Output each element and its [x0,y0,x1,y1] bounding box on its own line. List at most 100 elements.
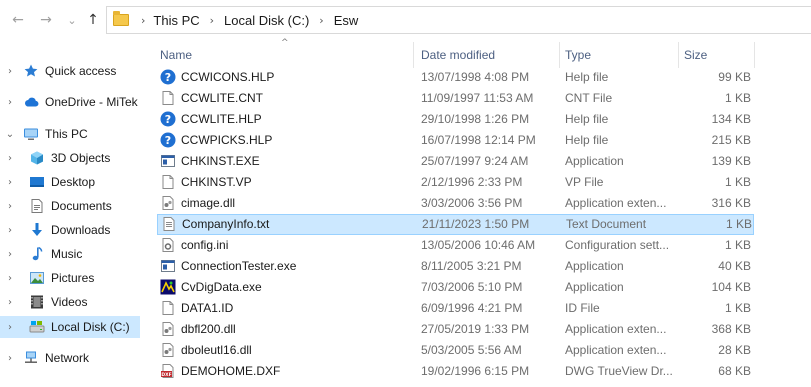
sidebar-item-label: Downloads [51,223,111,237]
file-size: 1 KB [724,238,751,252]
breadcrumb-local-disk[interactable]: Local Disk (C:) [224,13,309,28]
svg-text:?: ? [165,134,171,147]
sidebar-item-label: Videos [51,295,88,309]
column-header-label: Size [684,48,708,62]
sidebar-item-network[interactable]: › Network [0,347,140,369]
expand-chevron-icon[interactable]: › [3,353,17,364]
file-row-selected[interactable]: CompanyInfo.txt 21/11/2023 1:50 PM Text … [157,214,754,235]
column-header-name[interactable]: Name [160,42,410,68]
sidebar-item-desktop[interactable]: › Desktop [0,171,140,193]
file-row[interactable]: cimage.dll 3/03/2006 3:56 PM Application… [157,193,754,214]
dxf-file-icon: DXF [160,363,176,379]
breadcrumb-separator[interactable]: › [210,14,214,27]
column-header-label: Name [160,48,193,62]
star-icon [23,63,39,79]
expand-chevron-icon[interactable]: › [3,322,17,333]
column-divider[interactable] [559,42,560,68]
file-row[interactable]: dboleutl16.dll 5/03/2005 5:56 AM Applica… [157,340,754,361]
file-date-modified: 25/07/1997 9:24 AM [421,154,529,168]
file-row[interactable]: config.ini 13/05/2006 10:46 AM Configura… [157,235,754,256]
music-icon [29,246,45,262]
file-date-modified: 27/05/2019 1:33 PM [421,322,530,336]
pictures-icon [29,270,45,286]
column-divider[interactable] [754,42,755,68]
sidebar-item-videos[interactable]: › Videos [0,291,140,313]
breadcrumb-separator[interactable]: › [141,14,145,27]
file-type: Application exten... [565,322,667,336]
column-header-type[interactable]: Type [565,42,675,68]
column-divider[interactable] [413,42,414,68]
file-type: Configuration sett... [565,238,670,252]
computer-icon [23,126,39,142]
file-type: Application [565,259,624,273]
file-size: 1 KB [724,91,751,105]
expand-chevron-icon[interactable]: › [3,225,17,236]
help-file-icon: ? [160,69,176,85]
cloud-icon [23,94,39,110]
file-row[interactable]: ConnectionTester.exe 8/11/2005 3:21 PM A… [157,256,754,277]
file-date-modified: 7/03/2006 5:10 PM [421,280,523,294]
column-divider[interactable] [678,42,679,68]
file-type: Text Document [566,217,647,231]
file-size: 40 KB [718,259,751,273]
file-row[interactable]: CHKINST.VP 2/12/1996 2:33 PM VP File 1 K… [157,172,754,193]
expand-chevron-icon[interactable]: › [3,153,17,164]
file-name: CCWLITE.HLP [181,112,262,126]
breadcrumb-esw[interactable]: Esw [334,13,359,28]
file-size: 99 KB [718,70,751,84]
sidebar-item-3d-objects[interactable]: › 3D Objects [0,147,140,169]
file-row[interactable]: dbfl200.dll 27/05/2019 1:33 PM Applicati… [157,319,754,340]
column-header-label: Date modified [421,48,496,62]
file-name: CompanyInfo.txt [182,217,270,231]
file-name: CCWPICKS.HLP [181,133,273,147]
expand-chevron-icon[interactable]: › [3,66,17,77]
file-type: VP File [565,175,604,189]
expand-chevron-icon[interactable]: › [3,201,17,212]
sidebar-item-local-disk[interactable]: › Local Disk (C:) [0,316,140,338]
file-size: 368 KB [711,322,751,336]
expand-chevron-icon[interactable]: › [3,297,17,308]
file-type: Help file [565,133,609,147]
sidebar-item-quick-access[interactable]: › Quick access [0,60,140,82]
file-row[interactable]: CCWLITE.CNT 11/09/1997 11:53 AM CNT File… [157,88,754,109]
file-row[interactable]: CvDigData.exe 7/03/2006 5:10 PM Applicat… [157,277,754,298]
sidebar-item-onedrive[interactable]: › OneDrive - MiTek [0,91,140,113]
sidebar-item-label: Documents [51,199,112,213]
ini-file-icon [160,237,176,253]
file-row[interactable]: ? CCWLITE.HLP 29/10/1998 1:26 PM Help fi… [157,109,754,130]
sidebar-item-documents[interactable]: › Documents [0,195,140,217]
folder-icon [113,11,129,26]
column-header-date-modified[interactable]: Date modified [421,42,556,68]
sidebar-item-downloads[interactable]: › Downloads [0,219,140,241]
address-bar[interactable]: › This PC › Local Disk (C:) › Esw [106,6,811,34]
file-name: config.ini [181,238,229,252]
forward-arrow-icon[interactable]: → [36,10,56,30]
file-row[interactable]: ? CCWICONS.HLP 13/07/1998 4:08 PM Help f… [157,67,754,88]
breadcrumb-separator[interactable]: › [319,14,323,27]
desktop-icon [29,174,45,190]
breadcrumb-this-pc[interactable]: This PC [153,13,199,28]
file-date-modified: 6/09/1996 4:21 PM [421,301,523,315]
back-arrow-icon[interactable]: ← [8,10,28,30]
sidebar-item-pictures[interactable]: › Pictures [0,267,140,289]
file-name: CHKINST.EXE [181,154,260,168]
expand-chevron-icon[interactable]: › [3,273,17,284]
column-header-size[interactable]: Size [684,42,754,68]
expand-chevron-icon[interactable]: › [3,249,17,260]
sidebar-item-this-pc[interactable]: ⌄ This PC [0,123,140,145]
up-arrow-icon[interactable]: ↑ [83,10,103,30]
sidebar-item-music[interactable]: › Music [0,243,140,265]
file-row[interactable]: DATA1.ID 6/09/1996 4:21 PM ID File 1 KB [157,298,754,319]
file-row[interactable]: DXF DEMOHOME.DXF 19/02/1996 6:15 PM DWG … [157,361,754,382]
file-row[interactable]: ? CCWPICKS.HLP 16/07/1998 12:14 PM Help … [157,130,754,151]
dll-file-icon [160,195,176,211]
collapse-chevron-icon[interactable]: ⌄ [3,129,17,140]
expand-chevron-icon[interactable]: › [3,177,17,188]
network-icon [23,350,39,366]
text-file-icon [161,216,177,232]
file-row[interactable]: CHKINST.EXE 25/07/1997 9:24 AM Applicati… [157,151,754,172]
expand-chevron-icon[interactable]: › [3,97,17,108]
recent-locations-chevron-icon[interactable]: ⌄ [62,10,82,30]
cube-icon [29,150,45,166]
help-file-icon: ? [160,132,176,148]
